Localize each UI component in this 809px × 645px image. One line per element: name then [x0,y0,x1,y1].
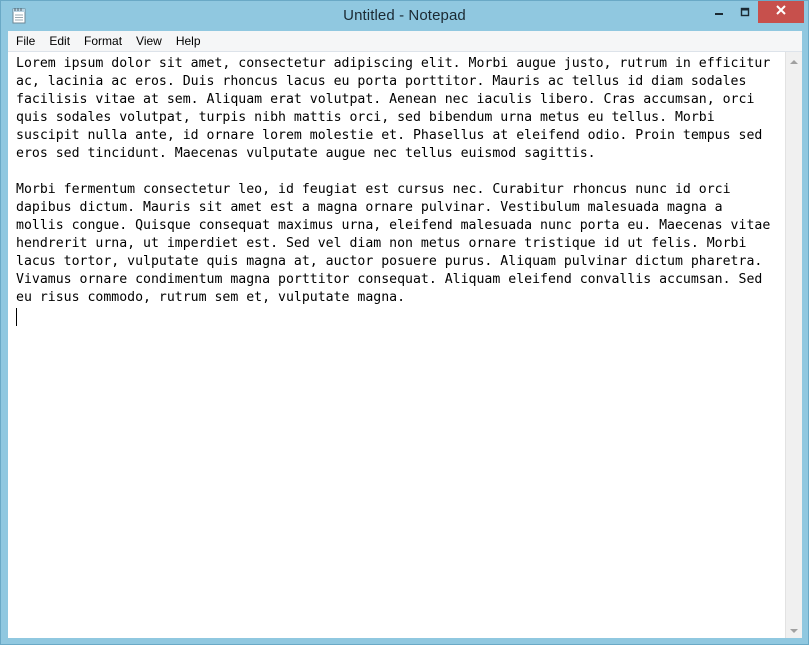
text-line: ac, lacinia ac eros. Duis rhoncus lacus … [16,74,747,89]
vertical-scrollbar[interactable] [785,52,802,638]
text-line: eros sed tincidunt. Maecenas vulputate a… [16,146,596,161]
notepad-window: Untitled - Notepad File Edit Format View… [0,0,809,645]
text-line: suscipit nulla ante, id ornare lorem mol… [16,128,763,143]
maximize-icon [740,4,750,22]
window-title: Untitled - Notepad [343,7,466,24]
maximize-button[interactable] [732,2,758,23]
text-line: eu risus commodo, rutrum sem et, vulputa… [16,290,406,305]
menu-file[interactable]: File [10,31,41,51]
text-line: dapibus dictum. Mauris sit amet est a ma… [16,200,723,215]
title-bar[interactable]: Untitled - Notepad [1,1,808,31]
text-line: quis sodales volutpat, turpis nibh matti… [16,110,715,125]
minimize-icon [714,4,724,22]
menu-bar: File Edit Format View Help [8,31,802,52]
scroll-up-button[interactable] [786,52,802,69]
document-text[interactable]: Lorem ipsum dolor sit amet, consectetur … [16,55,782,307]
menu-view[interactable]: View [130,31,168,51]
text-line: Vivamus ornare condimentum magna porttit… [16,272,763,287]
menu-help[interactable]: Help [170,31,207,51]
text-line: facilisis vitae at sem. Aliquam erat vol… [16,92,755,107]
text-line: Morbi fermentum consectetur leo, id feug… [16,182,731,197]
text-editor[interactable]: Lorem ipsum dolor sit amet, consectetur … [8,52,785,638]
close-button[interactable] [758,1,804,23]
text-line: mollis congue. Quisque consequat maximus… [16,218,771,233]
text-line: hendrerit urna, ut imperdiet est. Sed ve… [16,236,747,251]
menu-edit[interactable]: Edit [43,31,76,51]
text-line: lacus tortor, vulputate quis magna at, a… [16,254,763,269]
scroll-up-arrow-icon [790,52,798,70]
client-area: File Edit Format View Help Lorem ipsum d… [8,31,802,638]
menu-format[interactable]: Format [78,31,128,51]
text-caret [16,308,17,326]
scroll-down-button[interactable] [786,621,802,638]
scroll-down-arrow-icon [790,621,798,639]
close-icon [775,3,787,21]
text-line: Lorem ipsum dolor sit amet, consectetur … [16,56,771,71]
minimize-button[interactable] [706,2,732,23]
